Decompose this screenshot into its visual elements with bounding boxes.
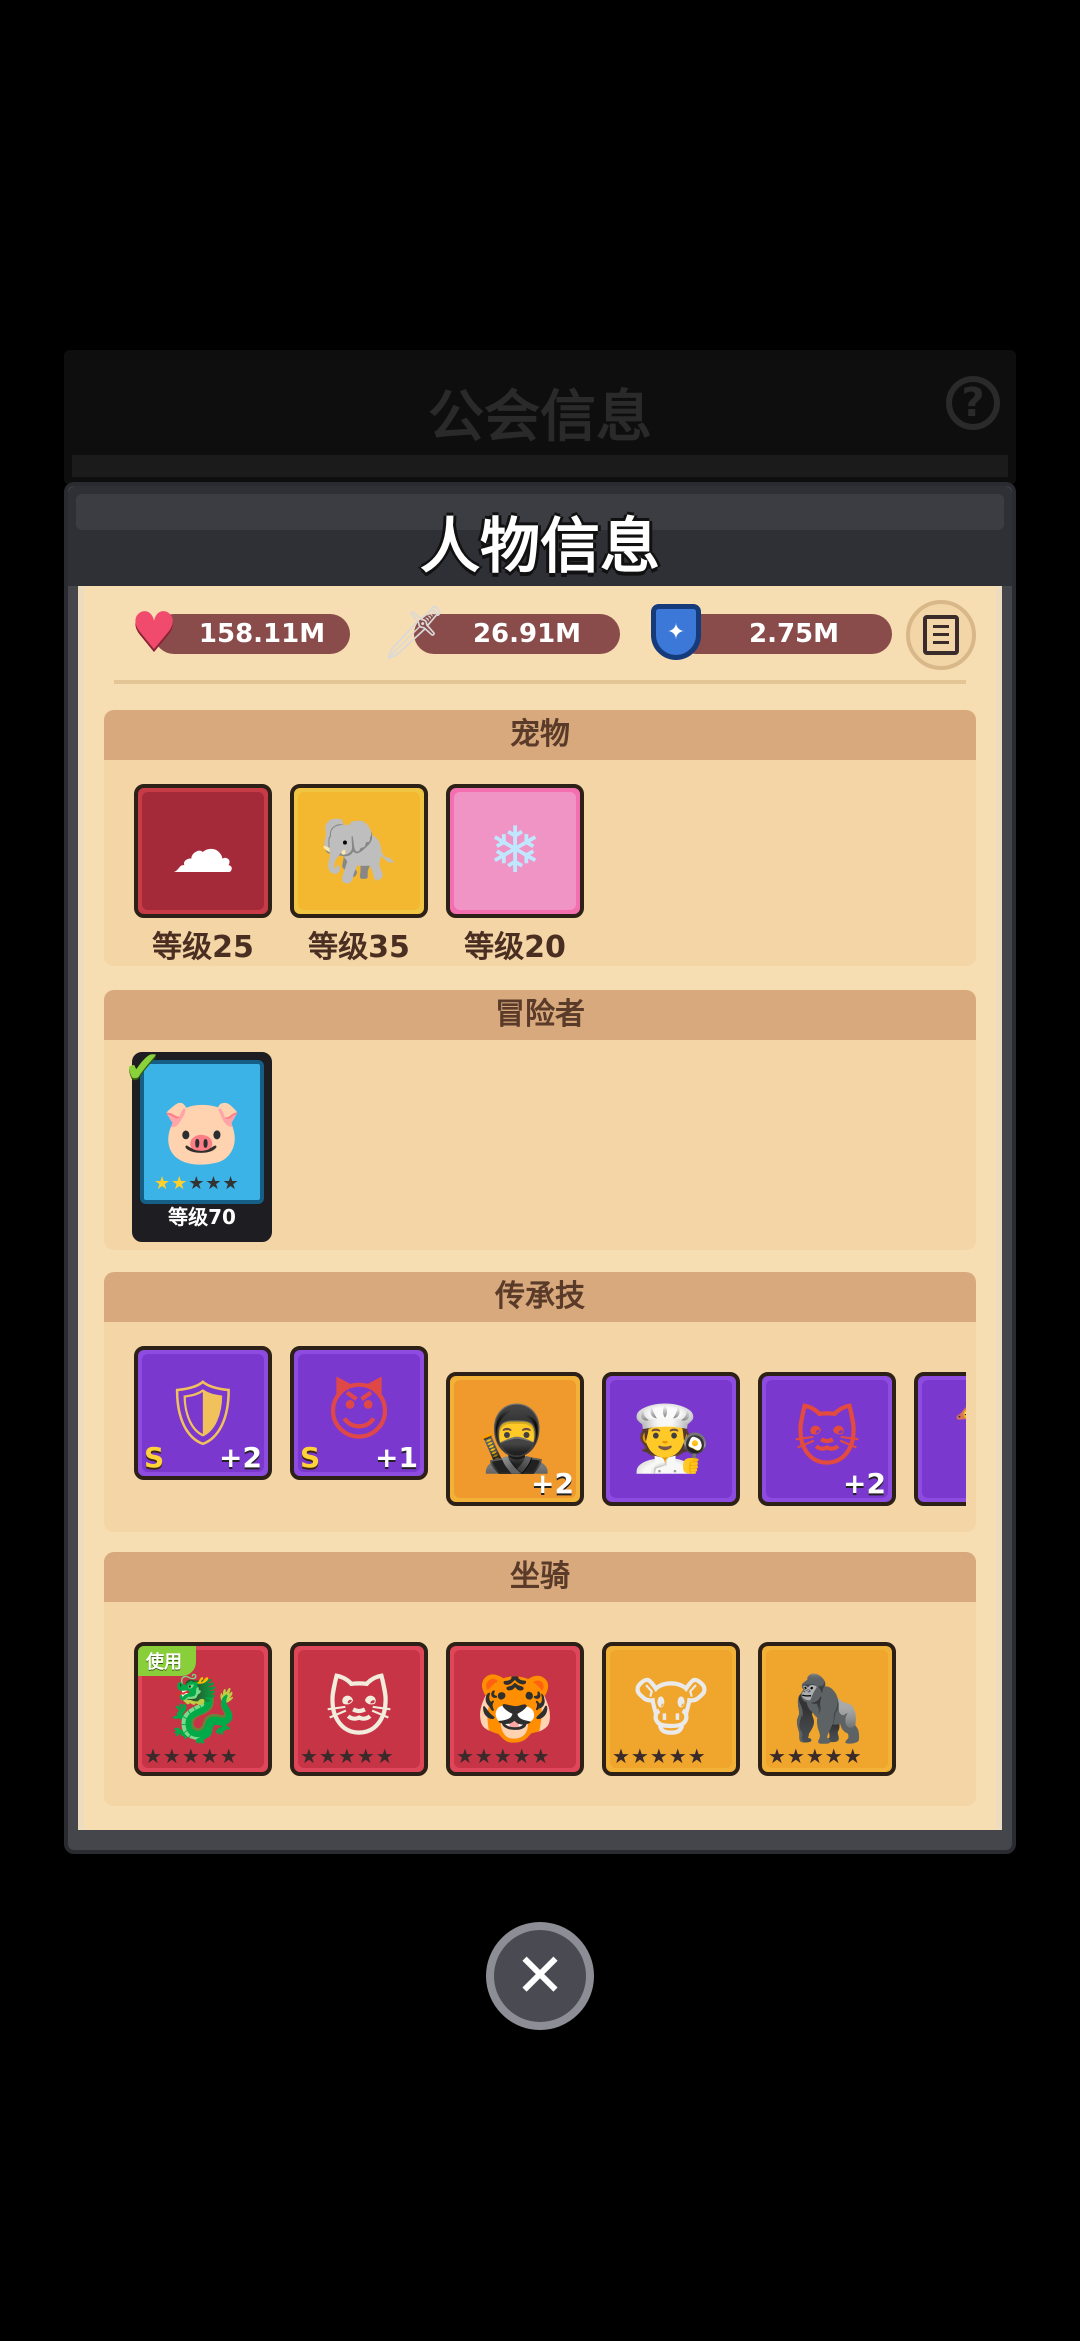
skill-card[interactable]: 🥷 +2 [446, 1372, 584, 1506]
pet-level: 等级20 [464, 930, 566, 965]
pet-level: 等级35 [308, 930, 410, 965]
adventurer-section-title: 冒险者 [104, 990, 976, 1040]
star-rating: ★★★★★ [768, 1744, 863, 1768]
skills-section-title: 传承技 [104, 1272, 976, 1322]
guild-info-panel: 公会信息 ? [64, 350, 1016, 485]
adventurer-level: 等级70 [168, 1205, 236, 1229]
divider [114, 680, 966, 684]
mount-card[interactable]: 🐯 ★★★★★ [446, 1642, 584, 1776]
adventurer-section: 冒险者 🐷 ★★★★★ 等级70 ✔ [104, 990, 976, 1250]
guild-info-title: 公会信息 [428, 385, 652, 450]
skill-card[interactable]: 🛡 S +2 [134, 1346, 272, 1480]
mount-card[interactable]: 🦍 ★★★★★ [758, 1642, 896, 1776]
defense-stat: 2.75M ✦ [646, 604, 906, 660]
skills-scroll-list[interactable]: 🛡 S +2 😈 S +1 🥷 +2 🧑‍🍳 [124, 1326, 966, 1522]
pet-card[interactable]: ❄ [446, 784, 584, 918]
close-button[interactable]: ✕ [486, 1922, 594, 2030]
hp-stat: 158.11M ♥ [124, 602, 374, 662]
inherited-skills-section: 传承技 🛡 S +2 😈 S +1 🥷 +2 🧑‍ [104, 1272, 976, 1532]
character-info-modal: 人物信息 158.11M ♥ 26.91M 🗡 2.75M ✦ 宠物 ☁ 等级2… [64, 482, 1016, 1854]
star-rating: ★★★★★ [300, 1744, 395, 1768]
document-icon [923, 615, 959, 655]
battle-log-button[interactable] [906, 600, 976, 670]
modal-body: 158.11M ♥ 26.91M 🗡 2.75M ✦ 宠物 ☁ 等级25 🐘 等… [78, 586, 1002, 1830]
skill-card[interactable]: 🧑‍🍳 [602, 1372, 740, 1506]
close-icon: ✕ [514, 1941, 566, 2011]
mount-card[interactable]: 🐮 ★★★★★ [602, 1642, 740, 1776]
pet-level: 等级25 [152, 930, 254, 965]
in-use-tag: 使用 [138, 1646, 196, 1676]
star-rating: ★★★★★ [144, 1744, 239, 1768]
modal-title: 人物信息 [420, 512, 660, 582]
sword-icon: 🗡 [381, 602, 448, 663]
shield-icon: ✦ [651, 604, 701, 660]
star-rating: ★★★★★ [456, 1744, 551, 1768]
modal-header: 人物信息 [68, 486, 1012, 586]
star-rating: ★★★★★ [612, 1744, 707, 1768]
mount-card[interactable]: 🐉 使用 ★★★★★ [134, 1642, 272, 1776]
pets-section: 宠物 ☁ 等级25 🐘 等级35 ❄ 等级20 [104, 710, 976, 966]
pet-card[interactable]: ☁ [134, 784, 272, 918]
mounts-section-title: 坐骑 [104, 1552, 976, 1602]
defense-value: 2.75M [676, 614, 892, 654]
skill-card[interactable]: 😈 S +1 [290, 1346, 428, 1480]
question-icon: ? [946, 376, 1000, 430]
heart-icon: ♥ [130, 602, 178, 662]
attack-stat: 26.91M 🗡 [381, 603, 634, 663]
mount-card[interactable]: 🐱 ★★★★★ [290, 1642, 428, 1776]
skill-card[interactable]: 🐱 +2 [758, 1372, 896, 1506]
adventurer-card[interactable]: 🐷 ★★★★★ 等级70 ✔ [124, 1042, 272, 1242]
pets-section-title: 宠物 [104, 710, 976, 760]
guild-panel-bar [72, 455, 1008, 477]
mounts-section: 坐骑 🐉 使用 ★★★★★ 🐱 ★★★★★ 🐯 ★★★★★ 🐮 ★★★★★ 🦍 … [104, 1552, 976, 1806]
pet-card[interactable]: 🐘 [290, 784, 428, 918]
star-rating: ★★★★★ [154, 1173, 240, 1194]
skill-card[interactable]: 🦒 [914, 1372, 966, 1506]
check-icon: ✔ [124, 1042, 161, 1093]
